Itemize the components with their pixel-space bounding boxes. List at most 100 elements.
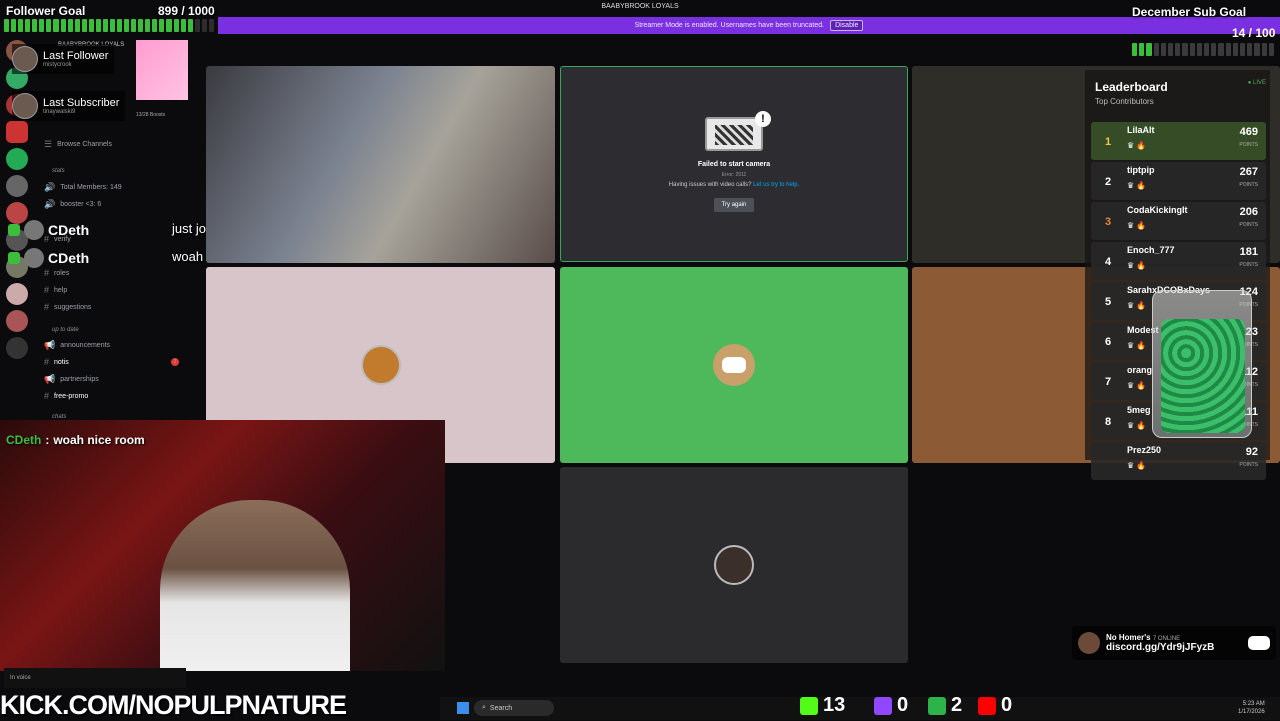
avatar [24, 220, 44, 240]
server-title: BAABYBROOK LOYALS [601, 3, 679, 10]
crown-icon: ♛ 🔥 [1127, 181, 1147, 190]
cam-chat-message: CDeth : woah nice room [6, 433, 145, 447]
contributor-name: CodaKickingIt [1127, 205, 1188, 215]
channel-label: Browse Channels [57, 141, 112, 148]
channel-roles[interactable]: # roles [44, 268, 69, 278]
progress-segment [1146, 43, 1152, 56]
category-stats[interactable]: stats [52, 168, 65, 174]
last-follower-label: Last Follower [43, 50, 109, 62]
progress-segment [180, 19, 186, 32]
points-label: POINTS [1239, 142, 1258, 148]
voice-status-bar: In voice [4, 668, 186, 688]
discord-invite[interactable]: No Homer's 7 ONLINE discord.gg/Ydr9jJFyz… [1072, 626, 1276, 660]
video-tile-participant[interactable] [560, 467, 908, 663]
kick2-count: 2 [951, 694, 963, 716]
channel-help[interactable]: # help [44, 285, 67, 295]
server-icon[interactable] [6, 175, 28, 197]
hash-icon: # [44, 302, 50, 312]
last-follower-name: mistycrook [43, 62, 72, 68]
progress-segment [1254, 43, 1260, 56]
progress-segment [109, 19, 115, 32]
channel-partnerships[interactable]: 📢 partnerships [44, 374, 99, 385]
category-up-to-date[interactable]: up to date [52, 327, 79, 333]
youtube-icon [978, 696, 996, 715]
megaphone-icon: 📢 [44, 374, 56, 384]
rank: 7 [1105, 376, 1112, 388]
streamer-mode-banner: Streamer Mode is enabled. Usernames have… [218, 17, 1280, 34]
megaphone-icon: 📢 [44, 340, 56, 350]
kick-count: 13 [823, 694, 846, 716]
clock[interactable]: 5:23 AM 1/17/2026 [1238, 700, 1265, 716]
progress-segment [1182, 43, 1188, 56]
kick2-viewers: 2 [928, 694, 962, 717]
kick-icon [928, 696, 946, 715]
progress-segment [1268, 43, 1275, 56]
progress-segment [138, 19, 144, 32]
crown-icon: ♛ 🔥 [1127, 261, 1147, 270]
crown-icon: ♛ 🔥 [1127, 381, 1147, 390]
channel-total-members[interactable]: 🔊 Total Members: 149 [44, 182, 122, 193]
channel-free-promo[interactable]: # free-promo [44, 391, 88, 401]
contributor-name: Enoch_777 [1127, 245, 1175, 255]
disable-button[interactable]: Disable [830, 20, 864, 31]
server-icon[interactable] [6, 148, 28, 170]
progress-segment [1240, 43, 1246, 56]
progress-segment [1225, 43, 1231, 56]
progress-segment [145, 19, 151, 32]
server-icon[interactable] [6, 121, 28, 143]
channel-label: notis [54, 358, 69, 366]
rank: 4 [1105, 256, 1112, 268]
progress-segment [1261, 43, 1267, 56]
progress-segment [1160, 43, 1167, 56]
progress-segment [124, 19, 130, 32]
windows-start-icon[interactable] [457, 702, 469, 714]
chat-message: woah nice room [53, 433, 145, 447]
invite-link[interactable]: discord.gg/Ydr9jJFyzB [1106, 642, 1214, 653]
sub-goal-label: December Sub Goal [1132, 5, 1247, 19]
twitch-viewers: 0 [874, 694, 908, 717]
leaderboard-row: Prez250 ♛ 🔥 92 POINTS [1091, 442, 1266, 480]
browse-icon: ☰ [44, 139, 53, 149]
crown-icon: ♛ 🔥 [1127, 141, 1147, 150]
channel-label: suggestions [54, 303, 92, 311]
category-label: stats [52, 168, 65, 174]
streamer [160, 500, 350, 671]
search-label: Search [489, 704, 513, 712]
last-subscriber-label: Last Subscriber [43, 97, 120, 109]
browse-channels[interactable]: ☰ Browse Channels [44, 139, 112, 150]
chat-separator: : [45, 433, 50, 447]
rank: 6 [1105, 336, 1112, 348]
progress-segment [1218, 43, 1224, 56]
last-subscriber-name: tinaywalski9 [43, 109, 76, 115]
hash-icon: # [44, 285, 50, 295]
avatar [12, 46, 38, 72]
sub-goal-count: 14 / 100 [1232, 26, 1276, 40]
boost-count[interactable]: 13/28 Boosts [136, 112, 165, 118]
progress-segment [39, 19, 45, 32]
progress-segment [60, 19, 66, 32]
rank: 8 [1105, 416, 1112, 428]
progress-segment [1139, 43, 1145, 56]
channel-label: partnerships [60, 376, 99, 383]
server-icon[interactable] [6, 310, 28, 332]
video-tile-participant[interactable] [560, 267, 908, 463]
channel-label: announcements [60, 342, 111, 349]
video-tile-participant[interactable] [206, 66, 555, 263]
channel-announcements[interactable]: 📢 announcements [44, 340, 110, 351]
channel-suggestions[interactable]: # suggestions [44, 302, 91, 312]
channel-notis[interactable]: # notis [44, 357, 69, 367]
try-again-button[interactable]: Try again [713, 197, 755, 212]
progress-segment [1153, 43, 1159, 56]
video-tile-camera-failed[interactable]: ! Failed to start camera Error: 2011 Hav… [560, 66, 908, 262]
camera-error-panel: ! Failed to start camera Error: 2011 Hav… [561, 67, 907, 261]
server-icon[interactable] [6, 283, 28, 305]
twitch-icon [874, 696, 892, 715]
help-link[interactable]: Let us try to help. [753, 182, 799, 188]
help-prefix: Having issues with video calls? [668, 181, 752, 188]
kick-url: KICK.COM/NOPULPNATURE [0, 690, 347, 720]
server-icon[interactable] [6, 337, 28, 359]
taskbar-search[interactable]: ⌕ Search [474, 700, 554, 716]
chat-username: CDeth [48, 250, 90, 266]
channel-label: free-promo [54, 392, 89, 400]
channel-booster[interactable]: 🔊 booster <3: 6 [44, 199, 101, 210]
